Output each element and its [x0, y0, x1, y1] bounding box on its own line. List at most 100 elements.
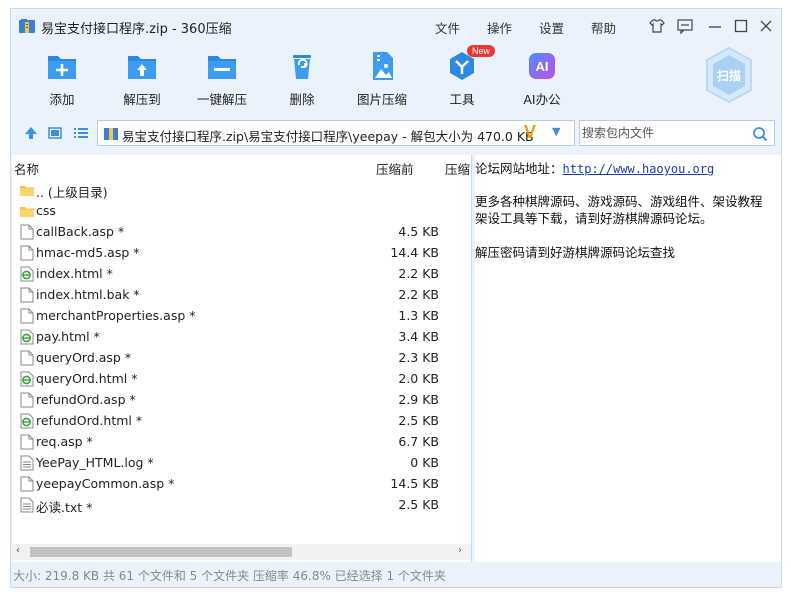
- file-row[interactable]: pay.html * 3.4 KB: [12, 326, 471, 347]
- search-icon[interactable]: [752, 126, 768, 142]
- file-row[interactable]: index.html.bak * 2.2 KB: [12, 284, 471, 305]
- close-icon[interactable]: [757, 17, 775, 35]
- list-view-icon[interactable]: [73, 125, 89, 141]
- one-click-extract-icon: [208, 56, 236, 79]
- add-button[interactable]: 添加: [27, 49, 97, 108]
- ai-office-button[interactable]: AI AI办公: [507, 49, 577, 108]
- app-window: 易宝支付接口程序.zip - 360压缩 文件 操作 设置 帮助 添加 解压到 …: [10, 8, 782, 588]
- feedback-icon[interactable]: [676, 17, 694, 35]
- file-size: 2.5 KB: [398, 497, 439, 512]
- text-file-icon: [20, 497, 34, 513]
- file-icon: [20, 308, 34, 324]
- file-rows: .. (上级目录) css callBack.asp * 4.5 KB hmac-md5…: [12, 179, 471, 515]
- horizontal-scrollbar[interactable]: ‹ ›: [12, 544, 471, 560]
- file-size: 2.5 KB: [398, 413, 439, 428]
- extract-to-button[interactable]: 解压到: [107, 49, 177, 108]
- file-name: hmac-md5.asp *: [36, 245, 140, 260]
- file-row[interactable]: yeepayCommon.asp * 14.5 KB: [12, 473, 471, 494]
- scroll-left-icon[interactable]: ‹: [16, 545, 20, 556]
- file-size: 2.0 KB: [398, 371, 439, 386]
- file-row[interactable]: hmac-md5.asp * 14.4 KB: [12, 242, 471, 263]
- html-file-icon: [20, 371, 34, 387]
- verified-v-icon[interactable]: V: [524, 122, 536, 143]
- file-row[interactable]: req.asp * 6.7 KB: [12, 431, 471, 452]
- file-icon: [20, 476, 34, 492]
- site-line: 论坛网站地址：http://www.haoyou.org: [475, 158, 714, 177]
- one-click-extract-button[interactable]: 一键解压: [187, 49, 257, 108]
- address-path: 易宝支付接口程序.zip\易宝支付接口程序\yeepay - 解包大小为 470…: [122, 129, 534, 144]
- search-box[interactable]: [579, 120, 775, 146]
- file-row[interactable]: refundOrd.asp * 2.9 KB: [12, 389, 471, 410]
- file-size: 2.2 KB: [398, 266, 439, 281]
- skin-shirt-icon[interactable]: [648, 17, 666, 35]
- extract-to-icon: [128, 56, 156, 79]
- file-row[interactable]: index.html * 2.2 KB: [12, 263, 471, 284]
- add-icon: [48, 56, 76, 79]
- file-row[interactable]: merchantProperties.asp * 1.3 KB: [12, 305, 471, 326]
- file-row[interactable]: 必读.txt * 2.5 KB: [12, 494, 471, 515]
- delete-button[interactable]: 删除: [267, 49, 337, 108]
- file-size: 2.9 KB: [398, 392, 439, 407]
- info-line-4: 解压密码请到好游棋牌源码论坛查找: [475, 245, 676, 260]
- zip-app-icon: [19, 19, 35, 33]
- menu-help[interactable]: 帮助: [591, 18, 616, 37]
- menu-settings[interactable]: 设置: [539, 18, 564, 37]
- file-icon: [20, 434, 34, 450]
- file-size: 2.3 KB: [398, 350, 439, 365]
- file-name: queryOrd.html *: [36, 371, 138, 386]
- html-file-icon: [20, 413, 34, 429]
- file-name: YeePay_HTML.log *: [36, 455, 154, 470]
- file-size: 4.5 KB: [398, 224, 439, 239]
- file-row[interactable]: YeePay_HTML.log * 0 KB: [12, 452, 471, 473]
- chevron-down-icon[interactable]: ▼: [552, 125, 560, 138]
- file-name: css: [36, 203, 56, 218]
- up-arrow-icon[interactable]: [23, 125, 39, 141]
- file-name: req.asp *: [36, 434, 93, 449]
- column-header: 名称 压缩前 压缩: [12, 155, 471, 177]
- maximize-icon[interactable]: [732, 17, 750, 35]
- zip-file-icon: [104, 128, 118, 140]
- file-row[interactable]: callBack.asp * 4.5 KB: [12, 221, 471, 242]
- file-name: 必读.txt *: [36, 500, 93, 515]
- file-row[interactable]: css: [12, 200, 471, 221]
- ai-glyph: AI: [536, 59, 549, 74]
- title-bar: 易宝支付接口程序.zip - 360压缩 文件 操作 设置 帮助: [11, 9, 781, 43]
- file-icon: [20, 392, 34, 408]
- column-name[interactable]: 名称: [14, 159, 39, 178]
- menu-file[interactable]: 文件: [435, 18, 460, 37]
- file-size: 3.4 KB: [398, 329, 439, 344]
- address-bar[interactable]: 易宝支付接口程序.zip\易宝支付接口程序\yeepay - 解包大小为 470…: [97, 120, 575, 146]
- image-compress-button[interactable]: 图片压缩: [347, 49, 417, 108]
- site-link[interactable]: http://www.haoyou.org: [563, 162, 715, 176]
- scroll-right-icon[interactable]: ›: [458, 545, 462, 556]
- folder-icon: [20, 207, 34, 217]
- file-icon: [20, 350, 34, 366]
- scrollbar-thumb[interactable]: [30, 547, 292, 557]
- thumbnail-view-icon[interactable]: [47, 125, 63, 141]
- tools-button[interactable]: New 工具: [427, 45, 497, 108]
- status-bar: 大小: 219.8 KB 共 61 个文件和 5 个文件夹 压缩率 46.8% …: [13, 569, 446, 583]
- file-icon: [20, 224, 34, 240]
- column-size-after[interactable]: 压缩: [445, 159, 470, 178]
- file-row[interactable]: refundOrd.html * 2.5 KB: [12, 410, 471, 431]
- file-size: 14.5 KB: [390, 476, 439, 491]
- file-name: callBack.asp *: [36, 224, 125, 239]
- menu-operation[interactable]: 操作: [487, 18, 512, 37]
- scan-label: 扫描: [717, 68, 741, 83]
- html-file-icon: [20, 266, 34, 282]
- file-name: merchantProperties.asp *: [36, 308, 196, 323]
- extract-to-label: 解压到: [123, 92, 161, 107]
- file-row[interactable]: queryOrd.asp * 2.3 KB: [12, 347, 471, 368]
- new-badge: New: [467, 45, 496, 57]
- scan-button[interactable]: 扫描: [703, 45, 755, 105]
- minimize-icon[interactable]: [706, 17, 724, 35]
- file-name: refundOrd.html *: [36, 413, 143, 428]
- file-row[interactable]: .. (上级目录): [12, 179, 471, 200]
- toolbar: 添加 解压到 一键解压 删除 图片压缩 New 工具 AI AI办公 扫描: [11, 45, 781, 109]
- one-click-extract-label: 一键解压: [196, 92, 247, 107]
- column-size-before[interactable]: 压缩前: [376, 159, 414, 178]
- image-compress-label: 图片压缩: [356, 92, 407, 107]
- file-row[interactable]: queryOrd.html * 2.0 KB: [12, 368, 471, 389]
- add-label: 添加: [49, 92, 75, 107]
- search-input[interactable]: [582, 124, 742, 142]
